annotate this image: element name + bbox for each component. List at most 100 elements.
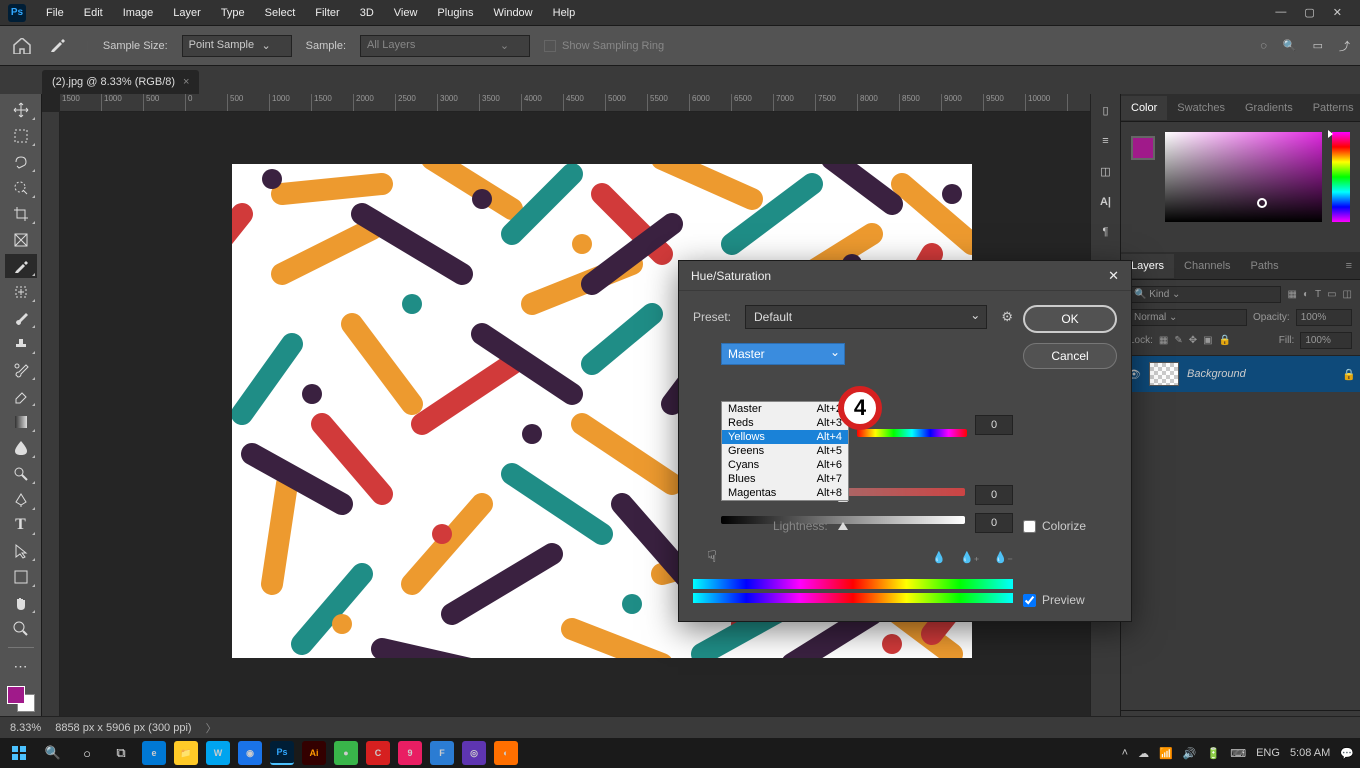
workspace-icon[interactable]: ▭ — [1313, 39, 1323, 52]
close-icon[interactable]: ✕ — [1333, 6, 1342, 19]
eyedropper-icon[interactable]: 💧 — [932, 551, 946, 564]
marquee-tool[interactable] — [5, 124, 37, 148]
move-tool[interactable] — [5, 98, 37, 122]
start-button[interactable] — [6, 741, 32, 765]
photoshop-app-icon[interactable]: Ps — [270, 741, 294, 765]
channel-option-master[interactable]: MasterAlt+2 — [722, 402, 848, 416]
tab-patterns[interactable]: Patterns — [1303, 96, 1360, 120]
filter-smart-icon[interactable]: ◫ — [1343, 289, 1352, 300]
libraries-icon[interactable]: ◫ — [1100, 165, 1110, 178]
app-icon-pink[interactable]: 9 — [398, 741, 422, 765]
layer-name[interactable]: Background — [1187, 368, 1334, 380]
app-icon-purple[interactable]: ◎ — [462, 741, 486, 765]
tab-paths[interactable]: Paths — [1241, 254, 1289, 278]
blend-mode-select[interactable]: Normal ⌄ — [1129, 309, 1247, 326]
tab-swatches[interactable]: Swatches — [1167, 96, 1235, 120]
shape-tool[interactable] — [5, 565, 37, 589]
filter-shape-icon[interactable]: ▭ — [1327, 289, 1336, 300]
lock-artboard-icon[interactable]: ▣ — [1203, 335, 1212, 346]
close-tab-icon[interactable]: × — [183, 76, 189, 88]
menu-select[interactable]: Select — [255, 3, 306, 23]
eyedropper-tool[interactable] — [5, 254, 37, 278]
task-view-icon[interactable]: ⧉ — [108, 741, 134, 765]
edge-app-icon[interactable]: e — [142, 741, 166, 765]
opacity-input[interactable]: 100% — [1296, 309, 1352, 326]
hue-input[interactable] — [975, 415, 1013, 435]
notifications-icon[interactable]: 💬 — [1340, 747, 1354, 760]
illustrator-app-icon[interactable]: Ai — [302, 741, 326, 765]
menu-edit[interactable]: Edit — [74, 3, 113, 23]
edit-toolbar-icon[interactable]: ⋯ — [5, 654, 37, 678]
brush-tool[interactable] — [5, 306, 37, 330]
maximize-icon[interactable]: ▢ — [1304, 6, 1314, 19]
frame-tool[interactable] — [5, 228, 37, 252]
path-select-tool[interactable] — [5, 539, 37, 563]
word-app-icon[interactable]: W — [206, 741, 230, 765]
sample-size-select[interactable]: Point Sample ⌄ — [182, 35, 292, 57]
colorize-checkbox[interactable]: Colorize — [1023, 519, 1117, 533]
menu-layer[interactable]: Layer — [163, 3, 211, 23]
panel-menu-icon[interactable]: ≡ — [1346, 260, 1360, 272]
ok-button[interactable]: OK — [1023, 305, 1117, 333]
chrome-app-icon[interactable]: ◉ — [238, 741, 262, 765]
filter-pixel-icon[interactable]: ▦ — [1287, 289, 1296, 300]
minimize-icon[interactable]: — — [1275, 6, 1286, 19]
dialog-titlebar[interactable]: Hue/Saturation ✕ — [679, 261, 1131, 291]
foreground-color-swatch[interactable] — [1131, 136, 1155, 160]
cancel-button[interactable]: Cancel — [1023, 343, 1117, 369]
lightness-input[interactable] — [975, 513, 1013, 533]
lasso-tool[interactable] — [5, 150, 37, 174]
menu-window[interactable]: Window — [484, 3, 543, 23]
menu-filter[interactable]: Filter — [305, 3, 349, 23]
layer-filter-select[interactable]: 🔍 Kind ⌄ — [1129, 286, 1281, 303]
menu-plugins[interactable]: Plugins — [427, 3, 483, 23]
panel-icon[interactable]: ▯ — [1102, 104, 1108, 117]
healing-tool[interactable] — [5, 280, 37, 304]
tab-gradients[interactable]: Gradients — [1235, 96, 1303, 120]
app-icon-f[interactable]: F — [430, 741, 454, 765]
layer-thumbnail[interactable] — [1149, 362, 1179, 386]
language-indicator[interactable]: ENG — [1256, 747, 1280, 759]
keyboard-icon[interactable]: ⌨ — [1230, 747, 1246, 760]
menu-image[interactable]: Image — [113, 3, 164, 23]
gradient-tool[interactable] — [5, 410, 37, 434]
sample-select[interactable]: All Layers ⌄ — [360, 35, 530, 57]
channel-option-cyans[interactable]: CyansAlt+6 — [722, 458, 848, 472]
cloud-account-icon[interactable]: ◌ — [1260, 40, 1267, 52]
dodge-tool[interactable] — [5, 462, 37, 486]
app-icon-red[interactable]: C — [366, 741, 390, 765]
paragraph-icon[interactable]: ¶ — [1103, 226, 1109, 238]
lock-image-icon[interactable]: ✎ — [1174, 335, 1182, 346]
tray-chevron-icon[interactable]: ˄ — [1122, 747, 1128, 759]
explorer-app-icon[interactable]: 📁 — [174, 741, 198, 765]
share-icon[interactable]: ⤴ — [1339, 38, 1350, 54]
document-tab[interactable]: (2).jpg @ 8.33% (RGB/8) × — [42, 70, 199, 94]
lock-icon[interactable]: 🔒 — [1342, 368, 1354, 381]
filter-adjust-icon[interactable]: ◐ — [1303, 289, 1309, 300]
dialog-close-icon[interactable]: ✕ — [1108, 268, 1119, 284]
lock-all-icon[interactable]: 🔒 — [1219, 335, 1231, 346]
edit-channel-select[interactable]: Master — [721, 343, 845, 365]
preset-select[interactable]: Default — [745, 305, 987, 329]
layer-row[interactable]: 👁 Background 🔒 — [1121, 356, 1360, 392]
menu-help[interactable]: Help — [543, 3, 586, 23]
channel-option-yellows[interactable]: YellowsAlt+4 — [722, 430, 848, 444]
clock[interactable]: 5:08 AM — [1290, 747, 1330, 759]
color-field[interactable] — [1165, 132, 1322, 222]
hue-slider[interactable] — [1332, 132, 1350, 222]
crop-tool[interactable] — [5, 202, 37, 226]
blur-tool[interactable] — [5, 436, 37, 460]
search-icon[interactable]: 🔍 — [1283, 39, 1297, 52]
search-button[interactable]: 🔍 — [40, 741, 66, 765]
channel-option-blues[interactable]: BluesAlt+7 — [722, 472, 848, 486]
fill-input[interactable]: 100% — [1300, 332, 1352, 349]
zoom-tool[interactable] — [5, 617, 37, 641]
lightness-slider[interactable] — [721, 516, 965, 530]
tab-color[interactable]: Color — [1121, 96, 1167, 120]
quick-select-tool[interactable] — [5, 176, 37, 200]
wifi-icon[interactable]: 📶 — [1159, 747, 1173, 760]
stamp-tool[interactable] — [5, 332, 37, 356]
type-tool[interactable]: T — [5, 514, 37, 538]
menu-type[interactable]: Type — [211, 3, 255, 23]
menu-file[interactable]: File — [36, 3, 74, 23]
